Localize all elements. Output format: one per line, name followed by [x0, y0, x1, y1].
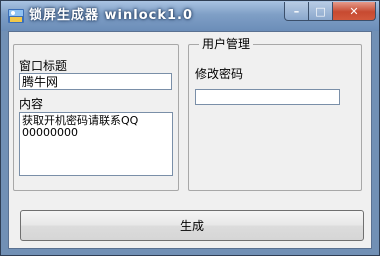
app-icon	[8, 9, 24, 23]
content-textarea[interactable]: 获取开机密码请联系QQ 00000000	[19, 112, 173, 176]
main-window: 锁屏生成器 winlock1.0 – □ ✕ 窗口标题 内容 获取开机密码请联系…	[0, 0, 380, 256]
change-password-input[interactable]	[195, 89, 340, 105]
window-title-label: 窗口标题	[19, 59, 68, 73]
change-password-label: 修改密码	[195, 67, 244, 81]
content-groupbox: 窗口标题 内容 获取开机密码请联系QQ 00000000	[13, 44, 179, 191]
window-title-input[interactable]	[19, 73, 172, 90]
minimize-button[interactable]: –	[284, 2, 309, 21]
content-label: 内容	[19, 97, 44, 111]
client-area: 窗口标题 内容 获取开机密码请联系QQ 00000000 用户管理 修改密码 生…	[8, 31, 372, 249]
window-title: 锁屏生成器 winlock1.0	[29, 8, 194, 23]
title-bar[interactable]: 锁屏生成器 winlock1.0 – □ ✕	[1, 1, 379, 31]
maximize-button[interactable]: □	[308, 2, 333, 21]
generate-button[interactable]: 生成	[20, 210, 364, 241]
close-button[interactable]: ✕	[332, 2, 376, 21]
user-management-legend: 用户管理	[199, 37, 254, 51]
user-management-groupbox: 用户管理 修改密码	[188, 37, 362, 191]
